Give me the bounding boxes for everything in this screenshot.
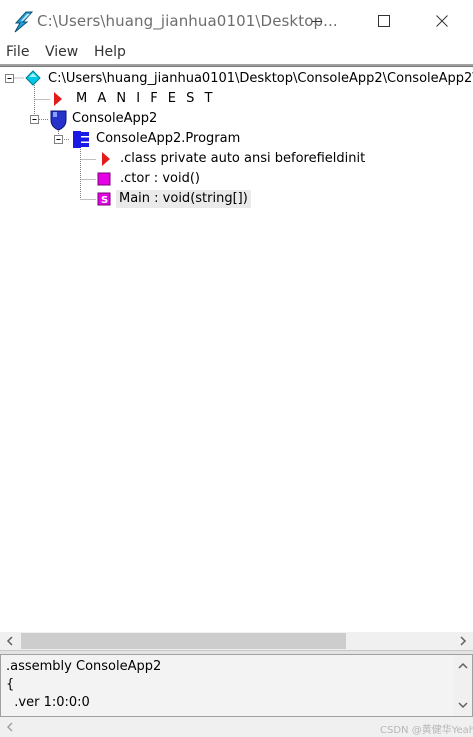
chevron-up-icon <box>458 662 468 669</box>
scroll-left-button[interactable] <box>1 632 19 650</box>
scroll-right-button[interactable] <box>454 632 472 650</box>
watermark: CSDN @黄健华Yeah <box>380 725 473 736</box>
close-button[interactable] <box>419 0 465 42</box>
tree-node-class[interactable]: ConsoleApp2.Program <box>96 130 240 148</box>
window-title: C:\Users\huang_jianhua0101\Desktop... <box>37 12 338 30</box>
tree-horizontal-scrollbar[interactable] <box>0 632 473 650</box>
method-magenta-square-icon <box>97 172 111 186</box>
maximize-button[interactable] <box>361 0 407 42</box>
minimize-icon <box>312 21 322 22</box>
tree-node-assembly[interactable]: C:\Users\huang_jianhua0101\Desktop\Conso… <box>48 70 473 88</box>
menu-help[interactable]: Help <box>94 44 126 60</box>
expander-class[interactable] <box>54 135 63 144</box>
text-line: .assembly ConsoleApp2 <box>6 659 162 674</box>
menu-bar: File View Help <box>0 42 473 64</box>
menu-file[interactable]: File <box>6 44 29 60</box>
maximize-icon <box>378 15 390 27</box>
class-blue-icon <box>73 131 89 148</box>
disassembly-text-pane[interactable]: .assembly ConsoleApp2 { .ver 1:0:0:0 <box>0 654 473 717</box>
namespace-shield-icon <box>50 110 67 131</box>
close-icon <box>436 15 448 27</box>
minimize-button[interactable] <box>294 0 340 42</box>
manifest-red-triangle-icon <box>54 92 62 106</box>
scroll-down-button[interactable] <box>454 696 472 714</box>
info-red-triangle-icon <box>102 152 110 166</box>
expander-namespace[interactable] <box>30 115 39 124</box>
expander-root[interactable] <box>5 74 14 83</box>
assembly-diamond-icon <box>25 70 41 86</box>
tree-view[interactable]: S C:\Users\huang_jianhua0101\Desktop\Con… <box>0 67 473 632</box>
ildasm-lightning-icon <box>12 11 34 33</box>
tree-node-main[interactable]: Main : void(string[]) <box>116 190 251 208</box>
text-vertical-scrollbar[interactable] <box>454 655 472 716</box>
svg-text:S: S <box>101 195 108 206</box>
chevron-left-icon <box>6 636 13 646</box>
text-scroll-left-button[interactable] <box>1 718 19 736</box>
scroll-up-button[interactable] <box>454 657 472 675</box>
menu-view[interactable]: View <box>45 44 78 60</box>
tree-node-ctor[interactable]: .ctor : void() <box>120 170 200 188</box>
tree-node-namespace[interactable]: ConsoleApp2 <box>72 110 157 128</box>
chevron-down-icon <box>458 702 468 709</box>
scroll-thumb[interactable] <box>21 633 346 649</box>
text-line: { <box>6 677 15 692</box>
tree-node-class-info[interactable]: .class private auto ansi beforefieldinit <box>120 150 365 168</box>
text-line: .ver 1:0:0:0 <box>6 695 90 710</box>
chevron-right-icon <box>460 636 467 646</box>
tree-node-manifest[interactable]: M A N I F E S T <box>76 90 215 108</box>
disassembly-text: .assembly ConsoleApp2 { .ver 1:0:0:0 <box>6 658 161 712</box>
chevron-left-icon <box>6 722 13 732</box>
title-bar: C:\Users\huang_jianhua0101\Desktop... <box>0 0 473 42</box>
static-method-s-icon: S <box>97 192 111 206</box>
